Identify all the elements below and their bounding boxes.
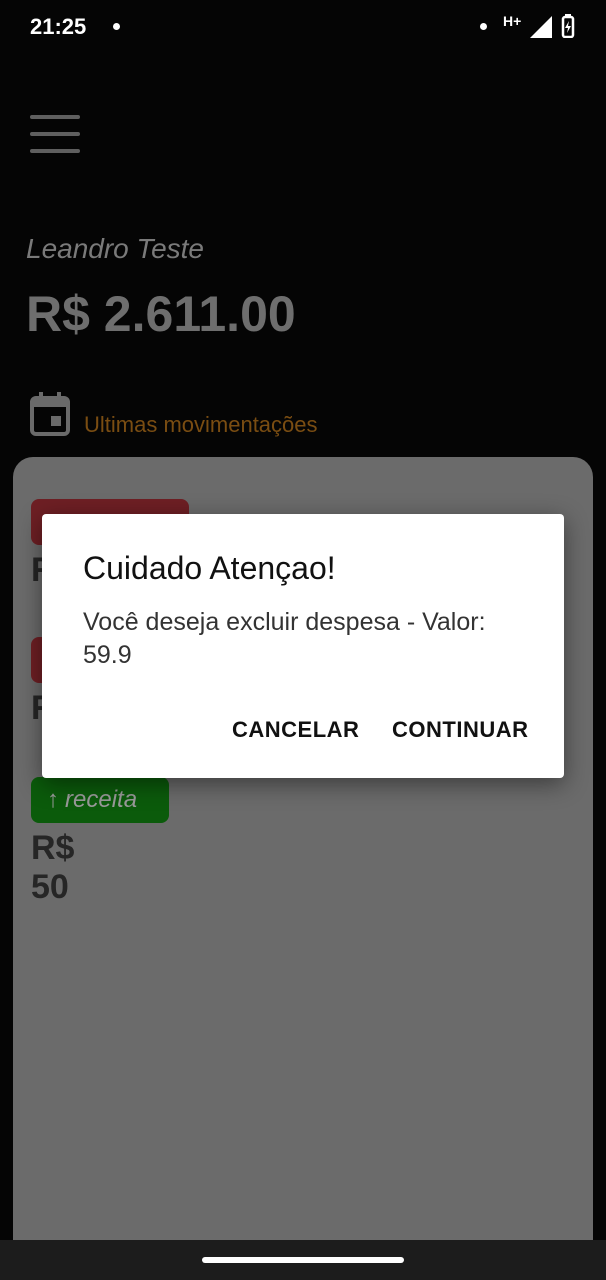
notification-dot-icon <box>113 23 120 30</box>
transaction-amount: R$ 50 <box>31 829 75 906</box>
continue-button[interactable]: CONTINUAR <box>392 717 529 743</box>
calendar-icon <box>30 392 70 436</box>
dialog-message: Você deseja excluir despesa - Valor: 59.… <box>83 608 486 669</box>
home-gesture-handle[interactable] <box>202 1257 404 1263</box>
arrow-up-icon: ↑ <box>47 786 59 813</box>
menu-icon[interactable] <box>30 115 80 153</box>
user-name: Leandro Teste <box>26 233 204 264</box>
balance-amount: R$ 2.611.00 <box>26 286 296 342</box>
transaction-type-label: receita <box>65 786 138 813</box>
confirm-dialog: Cuidado Atençao! Você deseja excluir des… <box>42 514 564 778</box>
section-title: Ultimas movimentações <box>84 412 318 437</box>
notification-dot-icon <box>480 23 487 30</box>
cancel-button[interactable]: CANCELAR <box>232 717 359 743</box>
status-bar: 21:25 H+ <box>0 0 606 56</box>
navigation-bar <box>0 1240 606 1280</box>
network-type: H+ <box>503 13 522 29</box>
status-time: 21:25 <box>30 14 87 39</box>
battery-icon <box>561 14 575 38</box>
dialog-title: Cuidado Atençao! <box>83 550 336 586</box>
transaction-type-badge: ↑ receita <box>31 777 169 823</box>
signal-icon <box>530 16 552 38</box>
